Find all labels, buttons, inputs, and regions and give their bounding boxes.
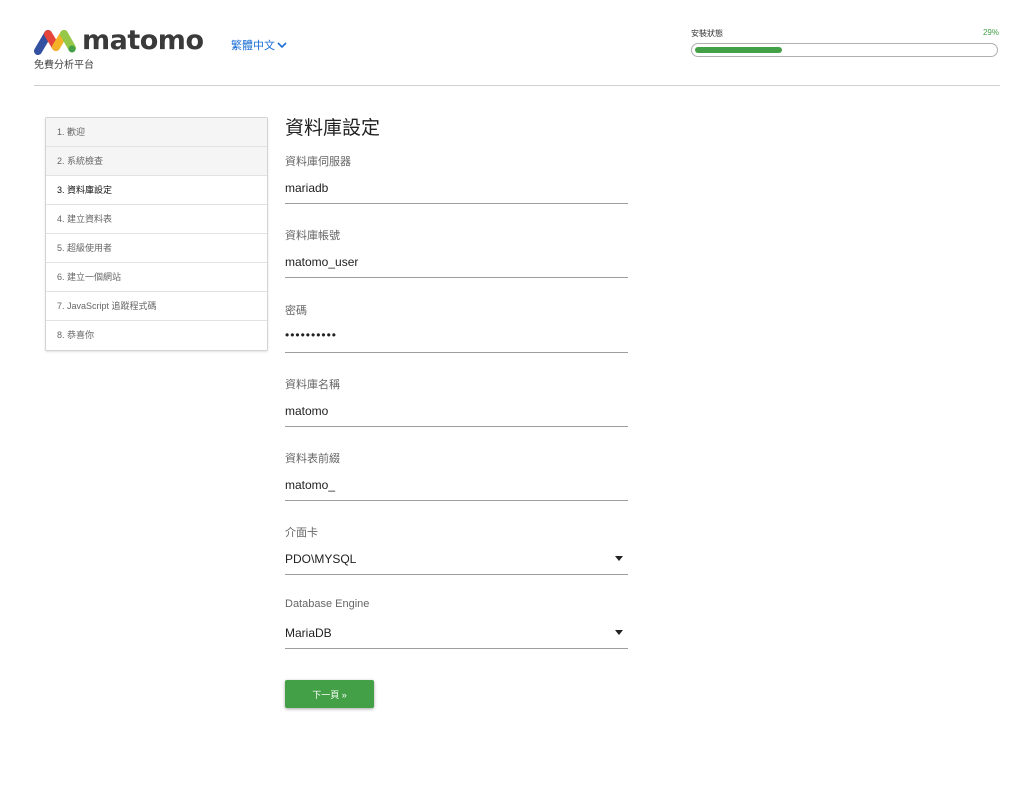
db-name-label: 資料庫名稱 bbox=[285, 379, 340, 391]
password-label: 密碼 bbox=[285, 305, 307, 317]
field-underline bbox=[285, 426, 628, 427]
db-server-label: 資料庫伺服器 bbox=[285, 156, 351, 168]
database-form: 資料庫設定 資料庫伺服器 mariadb 資料庫帳號 matomo_user 密… bbox=[285, 112, 628, 708]
progress-percent: 29% bbox=[982, 28, 999, 37]
step-tracking-code: 7. JavaScript 追蹤程式碼 bbox=[46, 292, 267, 321]
page-title: 資料庫設定 bbox=[285, 118, 381, 139]
password-field: 密碼 •••••••••• bbox=[285, 302, 628, 358]
step-database-setup[interactable]: 3. 資料庫設定 bbox=[46, 176, 267, 205]
matomo-logo-icon bbox=[34, 30, 76, 55]
field-underline bbox=[285, 574, 628, 575]
db-name-field: 資料庫名稱 matomo bbox=[285, 376, 628, 432]
db-user-input[interactable]: matomo_user bbox=[285, 255, 358, 269]
step-super-user: 5. 超級使用者 bbox=[46, 234, 267, 263]
engine-label: Database Engine bbox=[285, 598, 370, 610]
header: matomo 免費分析平台 繁體中文 安裝狀態 29% bbox=[0, 0, 1024, 86]
db-server-field: 資料庫伺服器 mariadb bbox=[285, 153, 628, 209]
db-user-field: 資料庫帳號 matomo_user bbox=[285, 227, 628, 283]
db-user-label: 資料庫帳號 bbox=[285, 230, 340, 242]
step-setup-website: 6. 建立一個網站 bbox=[46, 263, 267, 292]
field-underline bbox=[285, 277, 628, 278]
step-create-tables: 4. 建立資料表 bbox=[46, 205, 267, 234]
progress-label: 安裝狀態 bbox=[691, 29, 723, 38]
password-input[interactable]: •••••••••• bbox=[285, 328, 337, 342]
tagline: 免費分析平台 bbox=[34, 60, 94, 71]
adapter-label: 介面卡 bbox=[285, 527, 318, 539]
db-server-input[interactable]: mariadb bbox=[285, 181, 328, 195]
matomo-logo[interactable]: matomo bbox=[34, 27, 209, 55]
table-prefix-input[interactable]: matomo_ bbox=[285, 478, 335, 492]
adapter-select[interactable]: PDO\MYSQL bbox=[285, 552, 356, 566]
table-prefix-field: 資料表前綴 matomo_ bbox=[285, 450, 628, 506]
progress-bar-fill bbox=[695, 47, 782, 53]
field-underline bbox=[285, 648, 628, 649]
field-underline bbox=[285, 500, 628, 501]
language-selector[interactable]: 繁體中文 bbox=[231, 37, 287, 53]
engine-select[interactable]: MariaDB bbox=[285, 626, 332, 640]
adapter-field: 介面卡 PDO\MYSQL bbox=[285, 524, 628, 580]
step-system-check[interactable]: 2. 系統檢查 bbox=[46, 147, 267, 176]
language-label: 繁體中文 bbox=[231, 40, 275, 52]
chevron-down-icon bbox=[277, 42, 287, 49]
step-welcome[interactable]: 1. 歡迎 bbox=[46, 118, 267, 147]
progress-bar bbox=[691, 43, 998, 57]
caret-down-icon[interactable] bbox=[615, 630, 623, 635]
logo-wordmark: matomo bbox=[82, 25, 204, 56]
field-underline bbox=[285, 203, 628, 204]
caret-down-icon[interactable] bbox=[615, 556, 623, 561]
field-underline bbox=[285, 352, 628, 353]
installation-steps: 1. 歡迎 2. 系統檢查 3. 資料庫設定 4. 建立資料表 5. 超級使用者… bbox=[45, 117, 268, 351]
db-name-input[interactable]: matomo bbox=[285, 404, 328, 418]
table-prefix-label: 資料表前綴 bbox=[285, 453, 340, 465]
engine-field: Database Engine MariaDB bbox=[285, 598, 628, 654]
step-congratulations: 8. 恭喜你 bbox=[57, 330, 95, 340]
header-divider bbox=[34, 85, 1000, 86]
next-button[interactable]: 下一頁 » bbox=[285, 680, 374, 708]
